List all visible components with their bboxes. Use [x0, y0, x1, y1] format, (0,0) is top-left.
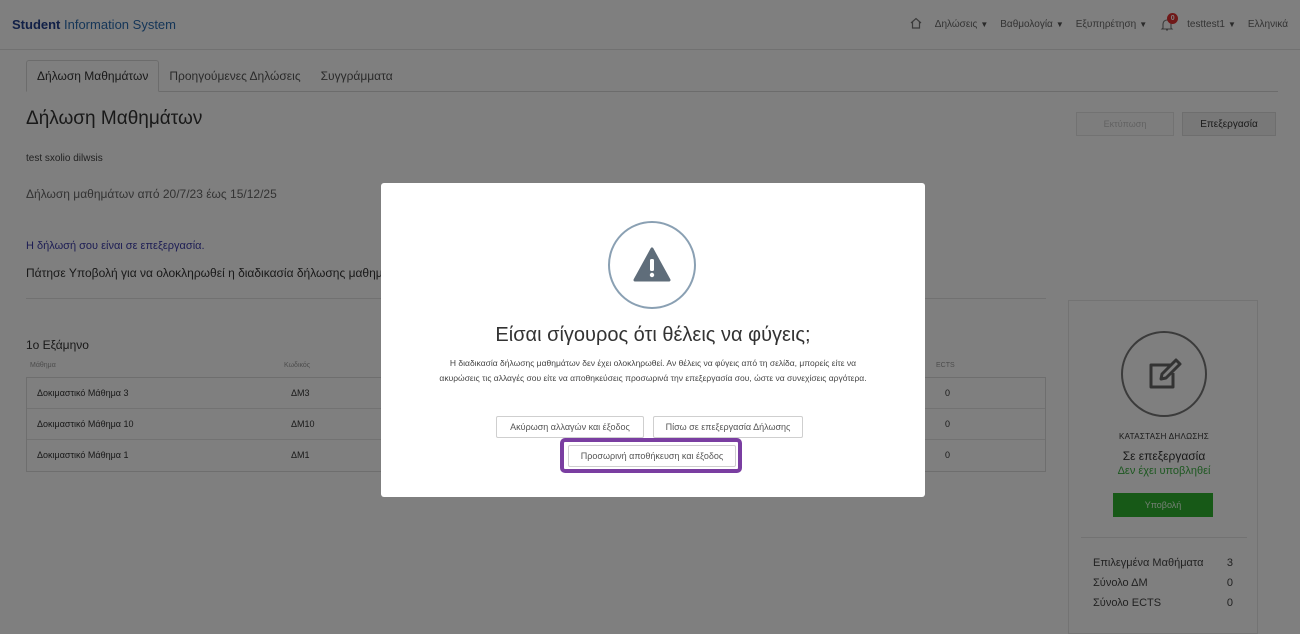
cancel-changes-exit-button[interactable]: Ακύρωση αλλαγών και έξοδος: [496, 416, 644, 438]
temporary-save-exit-button[interactable]: Προσωρινή αποθήκευση και έξοδος: [568, 445, 736, 467]
modal-message: Η διαδικασία δήλωσης μαθημάτων δεν έχει …: [393, 356, 913, 386]
modal-message-line: Η διαδικασία δήλωσης μαθημάτων δεν έχει …: [449, 358, 857, 368]
back-to-editing-button[interactable]: Πίσω σε επεξεργασία Δήλωσης: [653, 416, 803, 438]
modal-title: Είσαι σίγουρος ότι θέλεις να φύγεις;: [495, 324, 811, 346]
modal-message-line: ακυρώσεις τις αλλαγές σου είτε να αποθηκ…: [439, 373, 867, 383]
leave-confirmation-modal: Είσαι σίγουρος ότι θέλεις να φύγεις; Η δ…: [381, 183, 925, 497]
warning-icon: [608, 221, 696, 309]
